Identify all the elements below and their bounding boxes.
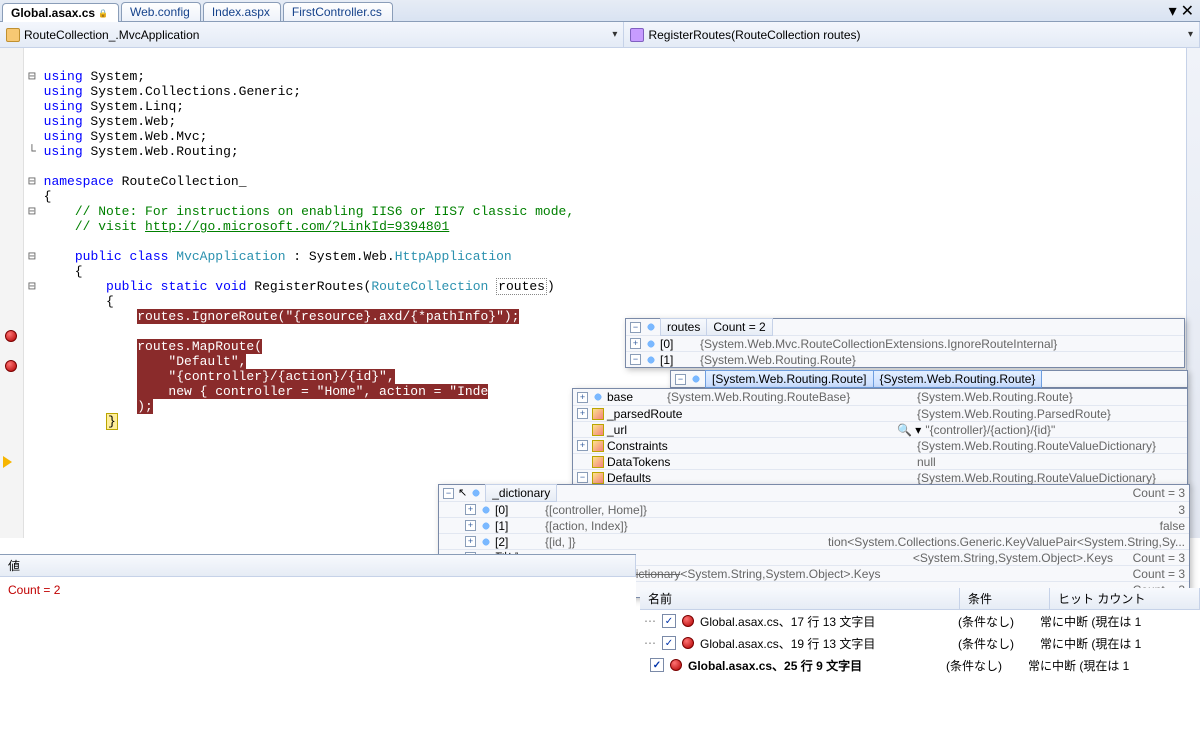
- column-header-name[interactable]: 名前: [640, 588, 960, 609]
- vertical-scrollbar[interactable]: [1186, 48, 1200, 538]
- tab-index-aspx[interactable]: Index.aspx: [203, 2, 281, 21]
- breakpoint-icon: [670, 659, 682, 671]
- breakpoint-row[interactable]: ✓ Global.asax.cs、25 行 9 文字目(条件なし)常に中断 (現…: [640, 654, 1200, 676]
- member-nav: RouteCollection_.MvcApplication▾ Registe…: [0, 22, 1200, 48]
- field-icon: [645, 338, 657, 350]
- current-line-arrow-icon: [3, 456, 12, 468]
- tab-web-config[interactable]: Web.config: [121, 2, 201, 21]
- chevron-down-icon: ▾: [612, 29, 617, 40]
- property-icon: [592, 456, 604, 468]
- field-icon: [480, 520, 492, 532]
- expand-icon[interactable]: +: [630, 338, 641, 349]
- collapse-icon[interactable]: −: [630, 322, 641, 333]
- field-icon: [592, 391, 604, 403]
- code-text: ⊟ using System; using System.Collections…: [28, 54, 574, 444]
- breakpoint-icon: [682, 615, 694, 627]
- field-icon: [480, 536, 492, 548]
- magnifier-icon[interactable]: 🔍 ▾: [897, 422, 921, 438]
- class-icon: [6, 28, 20, 42]
- private-field-icon: [592, 408, 604, 420]
- expand-icon[interactable]: +: [465, 536, 476, 547]
- caret: }: [106, 413, 118, 430]
- field-icon: [690, 373, 702, 385]
- collapse-icon[interactable]: −: [443, 488, 454, 499]
- expand-icon[interactable]: +: [465, 504, 476, 515]
- debug-tooltip-route-props[interactable]: +base{System.Web.Routing.RouteBase}{Syst…: [572, 388, 1188, 486]
- debug-tooltip-route[interactable]: − [System.Web.Routing.Route] {System.Web…: [670, 370, 1188, 388]
- collapse-icon[interactable]: −: [675, 374, 686, 385]
- collapse-icon[interactable]: −: [630, 354, 641, 365]
- breakpoint-icon[interactable]: [5, 360, 17, 372]
- breakpoint-icon: [682, 637, 694, 649]
- tab-dropdown-icon[interactable]: ▾: [1169, 1, 1177, 21]
- chevron-down-icon: ▾: [1188, 29, 1193, 40]
- debug-tooltip-routes[interactable]: − routes Count = 2 + [0] {System.Web.Mvc…: [625, 318, 1185, 368]
- collapse-icon[interactable]: −: [577, 472, 588, 483]
- method-dropdown[interactable]: RegisterRoutes(RouteCollection routes)▾: [624, 22, 1200, 47]
- tab-close-icon[interactable]: ✕: [1181, 1, 1194, 21]
- breakpoint-row[interactable]: ⋯✓ Global.asax.cs、19 行 13 文字目(条件なし)常に中断 …: [640, 632, 1200, 654]
- property-icon: [592, 440, 604, 452]
- column-header-hitcount[interactable]: ヒット カウント: [1050, 588, 1200, 609]
- breakpoint-icon[interactable]: [5, 330, 17, 342]
- field-icon: [645, 321, 657, 333]
- link-iis-docs[interactable]: http://go.microsoft.com/?LinkId=9394801: [145, 219, 449, 234]
- breakpoint-row[interactable]: ⋯✓ Global.asax.cs、17 行 13 文字目(条件なし)常に中断 …: [640, 610, 1200, 632]
- breakpoints-panel[interactable]: 名前 条件 ヒット カウント ⋯✓ Global.asax.cs、17 行 13…: [640, 588, 1200, 743]
- editor-tabs: Global.asax.cs🔒 Web.config Index.aspx Fi…: [0, 0, 1200, 22]
- private-field-icon: [592, 424, 604, 436]
- watch-value: Count = 2: [0, 577, 636, 603]
- expand-icon[interactable]: +: [465, 520, 476, 531]
- method-icon: [630, 28, 644, 42]
- tab-first-controller[interactable]: FirstController.cs: [283, 2, 393, 21]
- column-header-condition[interactable]: 条件: [960, 588, 1050, 609]
- checkbox[interactable]: ✓: [662, 614, 676, 628]
- editor-gutter[interactable]: [0, 48, 24, 538]
- property-icon: [592, 472, 604, 484]
- expand-icon[interactable]: +: [577, 392, 588, 403]
- checkbox[interactable]: ✓: [662, 636, 676, 650]
- watch-panel[interactable]: 値 Count = 2: [0, 554, 636, 744]
- expand-icon[interactable]: +: [577, 408, 588, 419]
- checkbox[interactable]: ✓: [650, 658, 664, 672]
- class-dropdown[interactable]: RouteCollection_.MvcApplication▾: [0, 22, 624, 47]
- field-icon: [645, 354, 657, 366]
- expand-icon[interactable]: +: [577, 440, 588, 451]
- column-header-value[interactable]: 値: [0, 555, 636, 576]
- tab-global-asax[interactable]: Global.asax.cs🔒: [2, 3, 119, 22]
- lock-icon: 🔒: [98, 9, 108, 18]
- field-icon: [480, 504, 492, 516]
- field-icon: [470, 487, 482, 499]
